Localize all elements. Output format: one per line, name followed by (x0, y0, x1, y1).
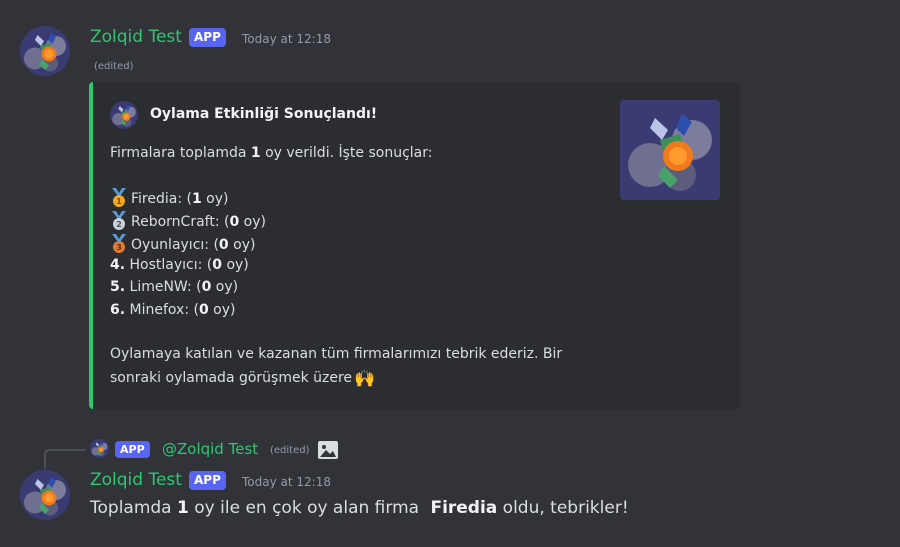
result-votes: 0 (201, 279, 212, 295)
svg-text:3: 3 (116, 243, 122, 252)
intro-text-end: oy verildi. İşte sonuçlar: (260, 145, 433, 161)
embed-thumbnail[interactable] (620, 100, 720, 200)
result-suffix: oy) (239, 214, 266, 230)
reply-edited-label: (edited) (270, 445, 310, 456)
embed-footer-line: Oylamaya katılan ve kazanan tüm firmalar… (110, 346, 563, 362)
image-icon[interactable] (317, 440, 339, 460)
result-row: 3 Oyunlayıcı: (0 oy) (110, 234, 255, 254)
message-text: Toplamda (90, 498, 178, 518)
result-row: 5. LimeNW: (0 oy) (110, 279, 238, 295)
author-username[interactable]: Zolqid Test (90, 470, 182, 490)
avatar-image (20, 26, 70, 76)
intro-text: Firmalara toplamda (110, 145, 251, 161)
result-name: RebornCraft: ( (131, 214, 230, 230)
svg-text:2: 2 (116, 220, 122, 229)
results-embed: Oylama Etkinliği Sonuçlandı! Firmalara t… (89, 82, 740, 409)
message-text: oy ile en çok oy alan firma (188, 498, 425, 518)
reply-app-badge: APP (115, 441, 150, 458)
result-suffix: oy) (222, 257, 249, 273)
result-suffix: oy) (228, 237, 256, 253)
message-content: Toplamda 1 oy ile en çok oy alan firma F… (90, 498, 629, 518)
svg-text:1: 1 (116, 197, 122, 206)
result-votes: 0 (198, 302, 209, 318)
author-avatar[interactable] (20, 26, 70, 76)
thumbnail-image (620, 100, 720, 200)
embed-author-icon (110, 101, 138, 129)
footer-text: sonraki oylamada görüşmek üzere (110, 370, 353, 386)
app-badge: APP (189, 471, 226, 490)
result-votes: 0 (229, 214, 240, 230)
embed-intro: Firmalara toplamda 1 oy verildi. İşte so… (110, 145, 432, 161)
embed-title: Oylama Etkinliği Sonuçlandı! (150, 106, 378, 122)
embed-footer-line: sonraki oylamada görüşmek üzere 🙌 (110, 369, 375, 389)
gold-medal-icon: 1 (110, 188, 128, 208)
silver-medal-icon: 2 (110, 211, 128, 231)
result-rank: 5. (110, 279, 126, 295)
message-timestamp[interactable]: Today at 12:18 (242, 475, 331, 489)
result-suffix: oy) (208, 302, 236, 318)
result-votes: 0 (218, 237, 229, 253)
reply-connector (44, 449, 86, 469)
result-votes: 1 (191, 191, 202, 207)
bronze-medal-icon: 3 (110, 234, 128, 254)
avatar-image (20, 470, 70, 520)
result-suffix: oy) (211, 279, 239, 295)
author-avatar[interactable] (20, 470, 70, 520)
vote-count: 1 (177, 498, 189, 518)
edited-label: (edited) (94, 61, 134, 72)
reply-mention[interactable]: @Zolqid Test (162, 440, 258, 458)
result-name: LimeNW: ( (125, 279, 202, 295)
result-row: 1 Firedia: (1 oy) (110, 188, 229, 208)
raising-hands-icon: 🙌 (354, 369, 376, 389)
result-name: Firedia: ( (131, 191, 192, 207)
message-timestamp[interactable]: Today at 12:18 (242, 32, 331, 46)
result-name: Minefox: ( (125, 302, 199, 318)
result-name: Oyunlayıcı: ( (131, 237, 219, 253)
result-rank: 4. (110, 257, 126, 273)
result-row: 2 RebornCraft: (0 oy) (110, 211, 266, 231)
winner-name: Firedia (430, 498, 498, 518)
intro-count: 1 (250, 145, 261, 161)
app-badge: APP (189, 28, 226, 47)
embed-accent-bar (89, 82, 93, 409)
result-name: Hostlayıcı: ( (125, 257, 213, 273)
result-suffix: oy) (201, 191, 229, 207)
author-username[interactable]: Zolqid Test (90, 27, 182, 47)
message-text: oldu, tebrikler! (497, 498, 629, 518)
result-row: 6. Minefox: (0 oy) (110, 302, 235, 318)
reply-avatar (90, 439, 109, 458)
result-row: 4. Hostlayıcı: (0 oy) (110, 257, 249, 273)
result-votes: 0 (212, 257, 222, 273)
result-rank: 6. (110, 302, 126, 318)
